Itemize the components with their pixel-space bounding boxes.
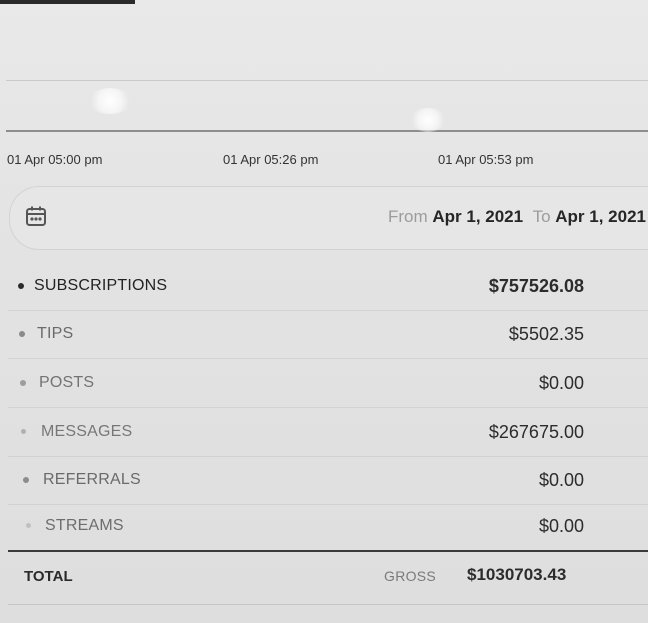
earnings-row-messages: MESSAGES $267675.00 [8, 408, 648, 457]
earnings-chart: 01 Apr 05:00 pm 01 Apr 05:26 pm 01 Apr 0… [0, 0, 648, 178]
earnings-category-label: MESSAGES [41, 423, 133, 440]
from-label: From [387, 207, 428, 226]
x-axis-tick-label: 01 Apr 05:53 pm [438, 152, 534, 167]
earnings-category-label: STREAMS [45, 517, 124, 534]
legend-dot-icon [18, 283, 24, 289]
legend-dot-icon [21, 429, 26, 434]
earnings-amount: $267675.00 [488, 422, 584, 442]
earnings-amount: $757526.08 [488, 276, 584, 296]
earnings-breakdown-table: SUBSCRIPTIONS $757526.08 TIPS $5502.35 P… [8, 262, 648, 623]
date-range-picker[interactable]: From Apr 1, 2021 To Apr 1, 2021 [9, 186, 648, 250]
earnings-row-subscriptions: SUBSCRIPTIONS $757526.08 [8, 262, 648, 311]
gross-amount: $1030703.43 [467, 565, 567, 584]
legend-dot-icon [19, 331, 25, 337]
earnings-amount: $0.00 [538, 516, 584, 536]
x-axis-tick-label: 01 Apr 05:26 pm [223, 152, 319, 167]
earnings-amount: $0.00 [538, 373, 584, 393]
earnings-category-label: POSTS [39, 374, 95, 391]
total-label: TOTAL [24, 568, 73, 585]
earnings-category-label: SUBSCRIPTIONS [34, 277, 168, 294]
legend-dot-icon [20, 380, 26, 386]
earnings-category-label: REFERRALS [43, 471, 141, 488]
legend-dot-icon [23, 477, 29, 483]
chart-x-axis [6, 130, 648, 132]
earnings-row-tips: TIPS $5502.35 [8, 310, 648, 359]
date-range-text[interactable]: From Apr 1, 2021 To Apr 1, 2021 [388, 207, 646, 227]
earnings-amount: $5502.35 [508, 324, 584, 344]
calendar-icon[interactable] [25, 205, 47, 227]
to-label: To [532, 207, 551, 226]
earnings-row-streams: STREAMS $0.00 [8, 502, 648, 552]
earnings-row-referrals: REFERRALS $0.00 [8, 456, 648, 505]
x-axis-tick-label: 01 Apr 05:00 pm [7, 152, 103, 167]
legend-dot-icon [26, 523, 31, 528]
chart-gridline [6, 80, 648, 81]
earnings-amount: $0.00 [538, 470, 584, 490]
earnings-total-row: TOTAL GROSS $1030703.43 [8, 552, 648, 605]
screen-glare [88, 88, 132, 114]
gross-label: GROSS [384, 568, 437, 584]
earnings-screen: 01 Apr 05:00 pm 01 Apr 05:26 pm 01 Apr 0… [0, 0, 648, 623]
from-date[interactable]: Apr 1, 2021 [432, 207, 523, 226]
screen-glare [410, 108, 446, 132]
earnings-row-posts: POSTS $0.00 [8, 359, 648, 408]
to-date[interactable]: Apr 1, 2021 [555, 207, 646, 226]
earnings-category-label: TIPS [37, 325, 74, 342]
